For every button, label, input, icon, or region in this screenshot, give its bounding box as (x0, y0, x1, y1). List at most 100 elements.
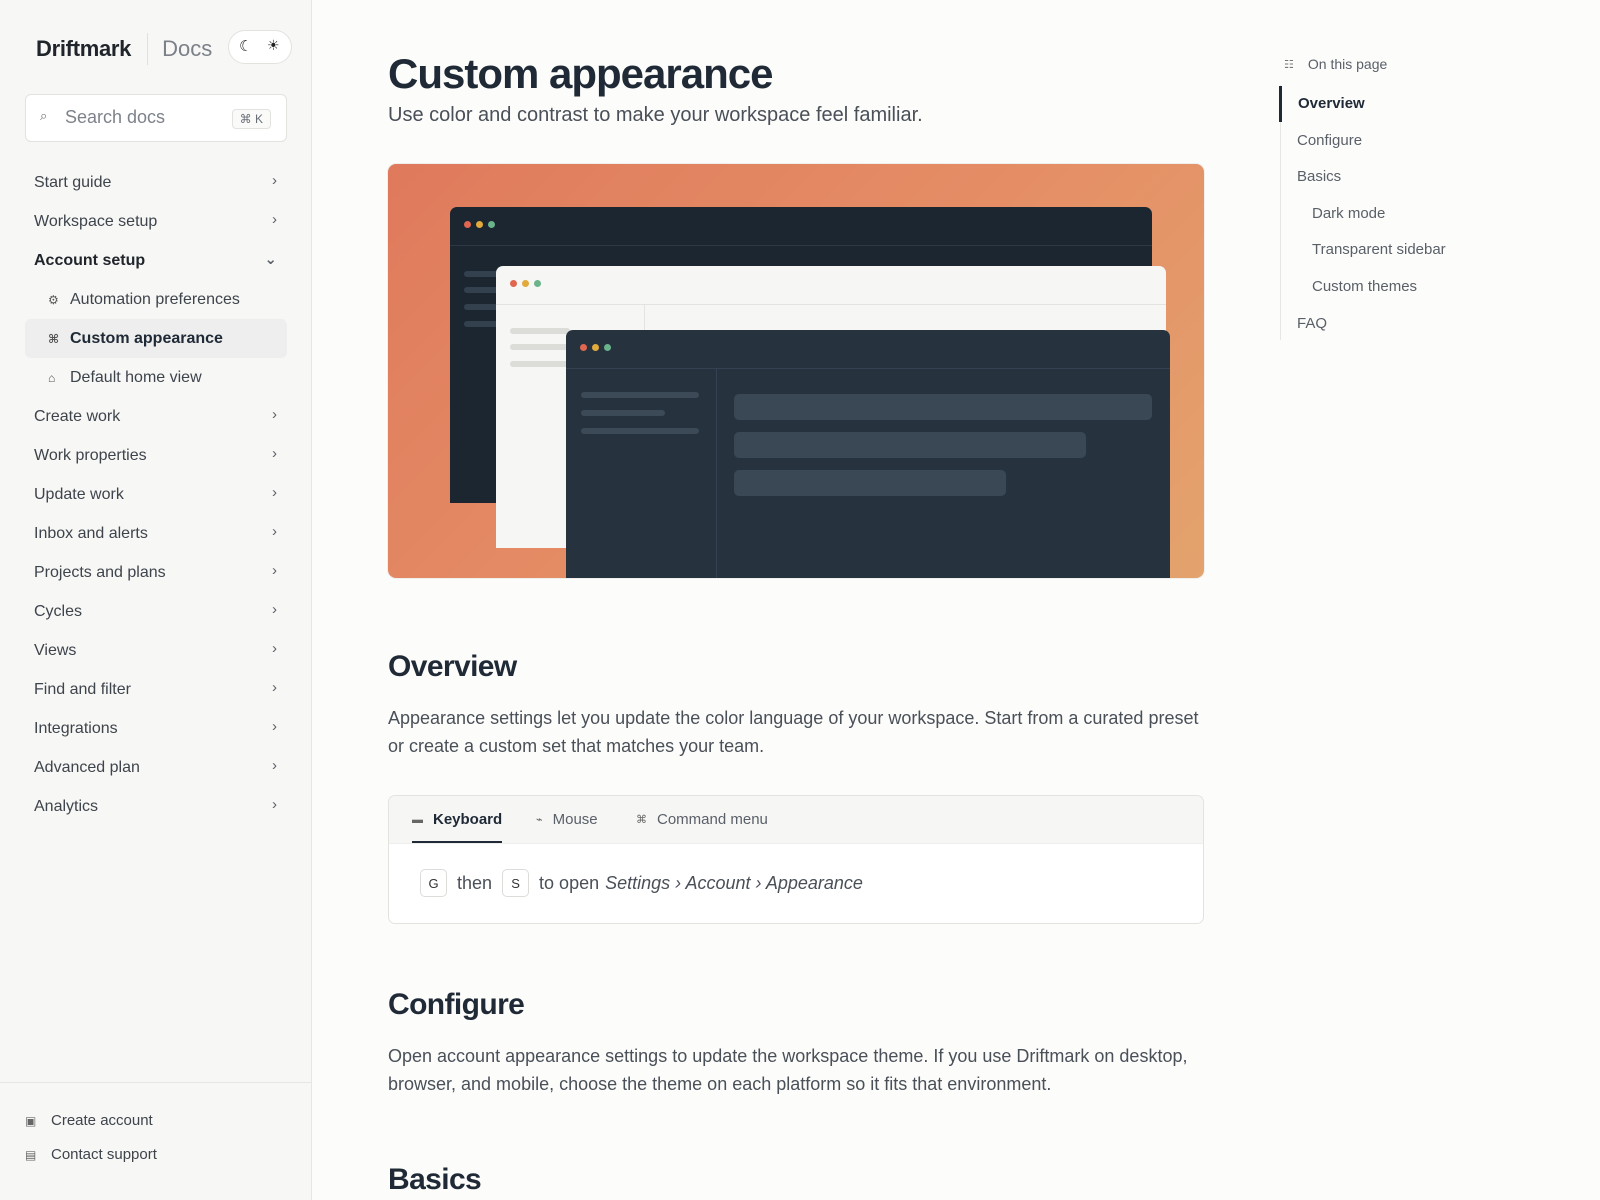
hero-illustration (388, 164, 1204, 578)
brand-logo[interactable]: Driftmark (36, 36, 131, 62)
window-controls (510, 280, 541, 287)
toc-link-basics[interactable]: Basics (1297, 168, 1341, 185)
sidebar-item-create-work[interactable]: Create work › (25, 397, 287, 436)
window-dot-green (534, 280, 541, 287)
chevron-right-icon: › (272, 406, 277, 423)
sidebar-subitem-custom-appearance[interactable]: ⌘ Custom appearance (25, 319, 287, 358)
sidebar-item-label: Account setup (34, 251, 146, 269)
tab-keyboard[interactable]: ▬ Keyboard (412, 796, 503, 843)
window-controls (464, 221, 495, 228)
window-dot-yellow (522, 280, 529, 287)
sidebar-item-analytics[interactable]: Analytics › (25, 787, 287, 826)
tab-mouse[interactable]: ⌁ Mouse (536, 796, 598, 843)
sidebar-item-inbox-and-alerts[interactable]: Inbox and alerts › (25, 514, 287, 553)
sidebar-item-label: Views (34, 641, 77, 659)
sidebar-item-update-work[interactable]: Update work › (25, 475, 287, 514)
tab-command-menu[interactable]: ⌘ Command menu (636, 796, 768, 843)
toc-link-dark-mode[interactable]: Dark mode (1312, 205, 1385, 222)
tab-label: Keyboard (433, 811, 503, 828)
toc-active-indicator (1279, 86, 1282, 122)
list-icon: ☷ (1284, 58, 1294, 71)
search-icon: ⌕ (40, 108, 48, 123)
placeholder-block (734, 470, 1006, 496)
section-heading-basics: Basics (388, 1163, 482, 1196)
sidebar-item-find-and-filter[interactable]: Find and filter › (25, 670, 287, 709)
chevron-right-icon: › (272, 445, 277, 462)
placeholder-line (581, 428, 699, 434)
chevron-right-icon: › (272, 172, 277, 189)
chevron-down-icon: ⌄ (264, 251, 277, 268)
contact-support-link[interactable]: ▤ Contact support (25, 1146, 157, 1163)
chevron-right-icon: › (272, 679, 277, 696)
chevron-right-icon: › (272, 601, 277, 618)
window-divider (566, 368, 1170, 369)
chevron-right-icon: › (272, 211, 277, 228)
brand-divider (147, 33, 149, 65)
shortcut-path: Settings › Account › Appearance (605, 872, 863, 893)
gear-icon: ⚙ (48, 292, 59, 307)
search-placeholder: Search docs (65, 107, 166, 127)
sidebar-item-work-properties[interactable]: Work properties › (25, 436, 287, 475)
sidebar-item-account-setup[interactable]: Account setup ⌄ (25, 241, 287, 280)
sidebar-item-start-guide[interactable]: Start guide › (25, 163, 287, 202)
chevron-right-icon: › (272, 523, 277, 540)
tab-label: Mouse (552, 811, 598, 828)
key-s: S (502, 869, 530, 897)
placeholder-line (464, 271, 500, 277)
sidebar-item-advanced-plan[interactable]: Advanced plan › (25, 748, 287, 787)
placeholder-line (464, 321, 500, 327)
sidebar-subitem-default-home-view[interactable]: ⌂ Default home view (25, 358, 287, 397)
shortcut-instruction: G then S to open Settings › Account › Ap… (420, 869, 863, 897)
create-account-link[interactable]: ▣ Create account (25, 1112, 153, 1129)
sidebar-item-cycles[interactable]: Cycles › (25, 592, 287, 631)
sidebar: Driftmark Docs ☾ ☀ ⌕ Search docs ⌘ K Sta… (0, 0, 312, 1200)
home-icon: ⌂ (48, 370, 56, 385)
toc-link-custom-themes[interactable]: Custom themes (1312, 278, 1417, 295)
theme-toggle[interactable]: ☾ ☀ (228, 30, 292, 64)
placeholder-line (510, 361, 570, 367)
toc-link-faq[interactable]: FAQ (1297, 315, 1327, 332)
window-divider (716, 368, 717, 578)
placeholder-block (734, 432, 1086, 458)
placeholder-line (510, 328, 570, 334)
page-title: Custom appearance (388, 50, 773, 97)
search-input[interactable]: ⌕ Search docs ⌘ K (25, 94, 287, 142)
sidebar-item-label: Work properties (34, 446, 147, 464)
search-shortcut-badge: ⌘ K (231, 109, 271, 129)
window-dot-red (464, 221, 471, 228)
chevron-right-icon: › (272, 757, 277, 774)
account-icon: ▣ (25, 1113, 37, 1128)
sidebar-item-label: Find and filter (34, 680, 131, 698)
sidebar-nav: Start guide › Workspace setup › Account … (25, 163, 287, 826)
command-icon: ⌘ (48, 331, 60, 346)
sidebar-item-label: Create work (34, 407, 121, 425)
window-dot-yellow (476, 221, 483, 228)
sidebar-subitem-label: Automation preferences (70, 290, 240, 308)
chevron-right-icon: › (272, 640, 277, 657)
moon-icon[interactable]: ☾ (239, 37, 252, 55)
toc-link-transparent-sidebar[interactable]: Transparent sidebar (1312, 241, 1446, 258)
shortcut-then: then (457, 872, 493, 893)
sun-icon[interactable]: ☀ (267, 37, 280, 54)
placeholder-line (510, 344, 570, 350)
overview-paragraph: Appearance settings let you update the c… (388, 708, 1199, 756)
brand: Driftmark Docs (36, 33, 212, 65)
window-dot-green (604, 344, 611, 351)
window-divider (450, 245, 1152, 246)
illustration-window-slate (566, 330, 1170, 578)
placeholder-line (581, 392, 699, 398)
toc-link-overview[interactable]: Overview (1298, 95, 1365, 112)
brand-section-label[interactable]: Docs (162, 36, 212, 62)
toc-link-configure[interactable]: Configure (1297, 132, 1362, 149)
chevron-right-icon: › (272, 718, 277, 735)
sidebar-item-projects-and-plans[interactable]: Projects and plans › (25, 553, 287, 592)
sidebar-item-integrations[interactable]: Integrations › (25, 709, 287, 748)
sidebar-item-workspace-setup[interactable]: Workspace setup › (25, 202, 287, 241)
window-dot-red (510, 280, 517, 287)
key-g: G (420, 869, 447, 897)
sidebar-item-views[interactable]: Views › (25, 631, 287, 670)
sidebar-item-label: Update work (34, 485, 124, 503)
keyboard-icon: ▬ (412, 813, 423, 826)
sidebar-subitem-automation-preferences[interactable]: ⚙ Automation preferences (25, 280, 287, 319)
page-subtitle: Use color and contrast to make your work… (388, 104, 923, 126)
